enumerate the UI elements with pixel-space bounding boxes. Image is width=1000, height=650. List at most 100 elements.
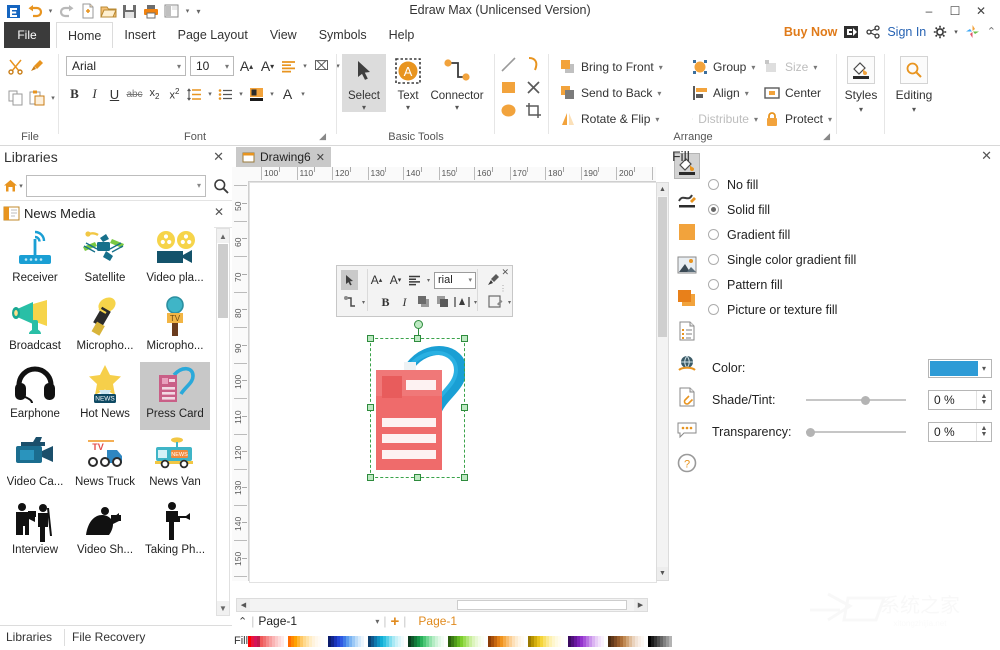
footer-tab-file-recovery[interactable]: File Recovery	[72, 630, 145, 644]
italic-button[interactable]: I	[396, 292, 413, 312]
resize-handle-se[interactable]	[461, 474, 468, 481]
floating-toolbar-close-icon[interactable]: ✕	[501, 267, 509, 278]
fill-dropdown-icon[interactable]: ▾	[506, 292, 513, 312]
color-swatches[interactable]	[248, 636, 684, 647]
floating-font-family-combo[interactable]: rial ▾	[434, 272, 476, 289]
grow-font-button[interactable]: A▴	[238, 56, 255, 76]
scrollbar-thumb[interactable]	[457, 600, 627, 610]
library-shape-press-card[interactable]: Press Card	[140, 362, 210, 430]
shrink-font-button[interactable]: A▾	[387, 270, 404, 290]
scroll-right-icon[interactable]: ▶	[634, 599, 647, 611]
shrink-font-button[interactable]: A▾	[259, 56, 276, 76]
chevron-down-icon[interactable]: ▾	[754, 115, 758, 124]
chevron-down-icon[interactable]: ▾	[659, 63, 663, 72]
library-shape-list[interactable]: Receiver Satellite Video pla...	[0, 226, 214, 618]
connector-dropdown-icon[interactable]: ▾	[360, 292, 367, 312]
transparency-slider[interactable]	[806, 424, 906, 440]
subscript-button[interactable]: x2	[146, 84, 163, 104]
editing-caret[interactable]: ▾	[886, 105, 942, 114]
shadow-icon[interactable]	[674, 219, 700, 245]
align-text-button[interactable]	[280, 56, 297, 76]
chevron-down-icon[interactable]: ▾	[745, 89, 749, 98]
scroll-left-icon[interactable]: ◀	[237, 599, 250, 611]
fill-option-pattern-fill[interactable]: Pattern fill	[708, 272, 994, 297]
spinner-arrows-icon[interactable]: ▲▼	[976, 391, 991, 409]
library-tab-news-media[interactable]: News Media ✕	[0, 200, 232, 228]
library-shape-hot-news[interactable]: NEWS Hot News	[70, 362, 140, 430]
scroll-down-icon[interactable]: ▼	[217, 601, 229, 615]
font-family-combo[interactable]: Arial ▾	[66, 56, 186, 76]
tab-help[interactable]: Help	[378, 22, 426, 48]
properties-icon[interactable]	[674, 318, 700, 344]
cross-tool[interactable]	[525, 79, 542, 99]
shade-tint-spinner[interactable]: 0 % ▲▼	[928, 390, 992, 410]
fill-button[interactable]	[487, 292, 504, 312]
library-shape-receiver[interactable]: Receiver	[0, 226, 70, 294]
collapse-ribbon-icon[interactable]: ⌃	[987, 25, 996, 38]
size-button[interactable]: Size ▾	[764, 54, 834, 80]
connector-tool-button[interactable]: Connector ▾	[426, 54, 488, 112]
align-text-dropdown-icon[interactable]: ▾	[301, 56, 309, 76]
add-page-button[interactable]: +	[391, 613, 400, 630]
bullet-list-button[interactable]	[217, 84, 234, 104]
library-shape-satellite[interactable]: Satellite	[70, 226, 140, 294]
radio-gradient-fill[interactable]	[708, 229, 719, 240]
minimize-button[interactable]: –	[916, 2, 942, 20]
library-shape-video-shooting[interactable]: Video Sh...	[70, 498, 140, 566]
tab-symbols[interactable]: Symbols	[308, 22, 378, 48]
line-style-icon[interactable]	[674, 186, 700, 212]
underline-button[interactable]: U	[106, 84, 123, 104]
protect-button[interactable]: Protect ▾	[764, 106, 834, 132]
scrollbar-thumb[interactable]	[658, 197, 667, 337]
footer-tab-libraries[interactable]: Libraries	[6, 630, 52, 644]
hyperlink-icon[interactable]	[674, 351, 700, 377]
resize-handle-ne[interactable]	[461, 335, 468, 342]
paste-button[interactable]	[28, 88, 45, 108]
resize-handle-e[interactable]	[461, 404, 468, 411]
pointer-tool-button[interactable]	[341, 270, 358, 290]
fill-color-strip[interactable]: Fill	[232, 632, 672, 650]
sign-in-link[interactable]: Sign In	[887, 25, 926, 39]
line-tool[interactable]	[500, 56, 517, 76]
radio-picture-or-texture-fill[interactable]	[708, 304, 719, 315]
tab-page-layout[interactable]: Page Layout	[167, 22, 259, 48]
drawing-canvas[interactable]: ✕ ⋮ A▴ A▾ ▾ rial ▾	[249, 182, 657, 583]
radio-no-fill[interactable]	[708, 179, 719, 190]
resize-handle-nw[interactable]	[367, 335, 374, 342]
chevron-down-icon[interactable]: ▾	[197, 181, 201, 190]
library-shape-broadcast[interactable]: Broadcast	[0, 294, 70, 362]
align-text-dropdown-icon[interactable]: ▾	[425, 270, 432, 290]
strikethrough-button[interactable]: abc	[126, 84, 143, 104]
distribute-button[interactable]: Distribute ▾	[692, 106, 758, 132]
resize-handle-sw[interactable]	[367, 474, 374, 481]
align-text-button[interactable]	[406, 270, 423, 290]
fill-option-single-color-gradient-fill[interactable]: Single color gradient fill	[708, 247, 994, 272]
resize-handle-s[interactable]	[414, 474, 421, 481]
fill-option-gradient-fill[interactable]: Gradient fill	[708, 222, 994, 247]
document-tab-close-icon[interactable]: ✕	[316, 151, 325, 164]
bold-button[interactable]: B	[377, 292, 394, 312]
send-to-back-button[interactable]: Send to Back ▾	[560, 80, 684, 106]
library-shape-microphone-tv[interactable]: TV Micropho...	[140, 294, 210, 362]
send-to-back-button[interactable]	[434, 292, 451, 312]
attachment-icon[interactable]	[674, 384, 700, 410]
shade-tint-slider[interactable]	[806, 392, 906, 408]
apps-icon[interactable]	[965, 24, 980, 39]
library-tab-close-icon[interactable]: ✕	[214, 205, 224, 219]
connector-tool-caret[interactable]: ▾	[455, 104, 459, 112]
radio-single-color-gradient-fill[interactable]	[708, 254, 719, 265]
rotate-flip-button[interactable]: Rotate & Flip ▾	[560, 106, 684, 132]
library-shape-interview[interactable]: Interview	[0, 498, 70, 566]
tab-file[interactable]: File	[4, 22, 50, 48]
library-shape-taking-photo[interactable]: Taking Ph...	[140, 498, 210, 566]
page-tab-page-1[interactable]: Page-1	[418, 614, 457, 628]
radio-pattern-fill[interactable]	[708, 279, 719, 290]
text-highlight-dropdown-icon[interactable]: ▾	[268, 84, 276, 104]
select-tool-caret[interactable]: ▾	[362, 104, 366, 112]
maximize-button[interactable]: ☐	[942, 2, 968, 20]
library-shape-video-camera[interactable]: Video Ca...	[0, 430, 70, 498]
share-box-icon[interactable]	[844, 25, 859, 39]
layer-icon[interactable]	[674, 285, 700, 311]
bring-to-front-button[interactable]: Bring to Front ▾	[560, 54, 684, 80]
tab-insert[interactable]: Insert	[113, 22, 166, 48]
